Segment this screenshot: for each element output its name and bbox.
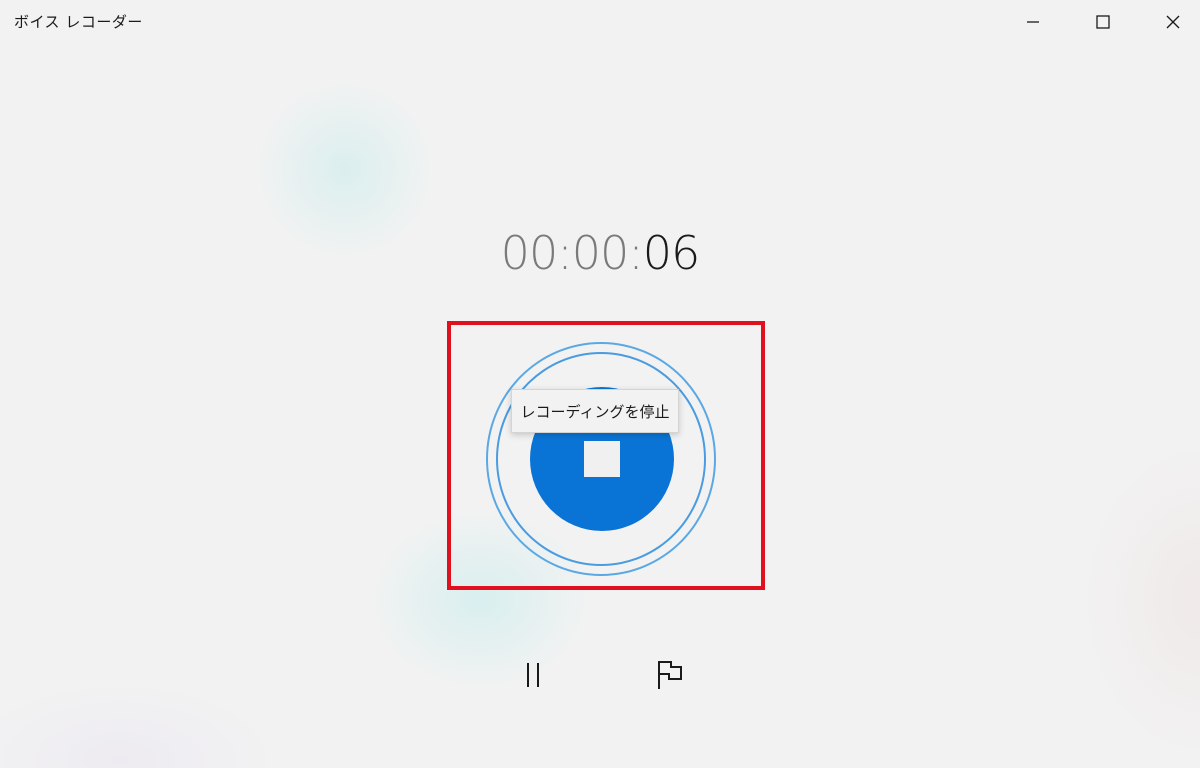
title-bar: ボイス レコーダー	[0, 0, 1200, 44]
timer-seconds: 06	[642, 226, 701, 280]
timer-separator: :	[628, 226, 643, 280]
maximize-button[interactable]	[1068, 0, 1138, 44]
app-title: ボイス レコーダー	[14, 13, 143, 31]
recording-timer: 00:00:06	[0, 226, 1200, 280]
pause-icon	[527, 663, 539, 687]
voice-recorder-window: ボイス レコーダー 00:00:06 レコーディングを停止	[0, 0, 1200, 768]
minimize-button[interactable]	[998, 0, 1068, 44]
add-marker-button[interactable]	[645, 650, 695, 700]
flag-icon	[658, 661, 682, 689]
pause-button[interactable]	[508, 650, 558, 700]
minimize-icon	[1027, 21, 1039, 23]
close-icon	[1166, 15, 1180, 29]
timer-separator: :	[557, 226, 572, 280]
annotation-highlight-box	[447, 321, 765, 590]
maximize-icon	[1096, 15, 1110, 29]
close-button[interactable]	[1138, 0, 1200, 44]
timer-minutes: 00	[571, 226, 630, 280]
timer-hours: 00	[500, 226, 559, 280]
